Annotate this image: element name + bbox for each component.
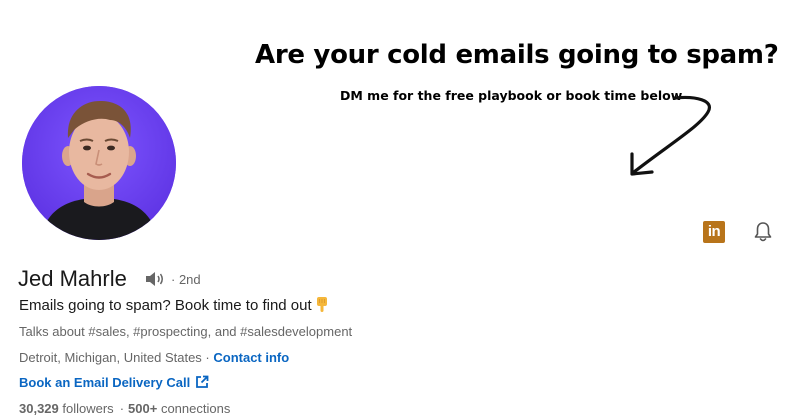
- pointing-down-hand-icon: [316, 297, 327, 312]
- profile-headline: Emails going to spam? Book time to find …: [19, 296, 330, 314]
- contact-info-link[interactable]: Contact info: [213, 350, 289, 365]
- profile-name: Jed Mahrle: [18, 266, 127, 291]
- location-line: Detroit, Michigan, United States · Conta…: [19, 350, 289, 365]
- avatar-portrait: [22, 86, 176, 240]
- connections-count[interactable]: 500+: [128, 401, 157, 416]
- profile-page: Are your cold emails going to spam? DM m…: [0, 0, 788, 419]
- follower-stats: 30,329 followers · 500+ connections: [19, 401, 231, 416]
- profile-avatar[interactable]: [22, 86, 176, 240]
- bell-icon[interactable]: [751, 220, 775, 244]
- followers-label[interactable]: followers: [62, 401, 113, 416]
- banner-headline: Are your cold emails going to spam?: [255, 40, 779, 70]
- followers-count[interactable]: 30,329: [19, 401, 59, 416]
- linkedin-icon[interactable]: in: [703, 221, 725, 243]
- book-call-link[interactable]: Book an Email Delivery Call: [19, 375, 209, 390]
- book-call-label[interactable]: Book an Email Delivery Call: [19, 375, 190, 390]
- speaker-icon[interactable]: [144, 271, 166, 287]
- connections-label[interactable]: connections: [161, 401, 230, 416]
- connection-degree: · 2nd: [171, 272, 201, 287]
- location-text: Detroit, Michigan, United States: [19, 350, 202, 365]
- talks-about: Talks about #sales, #prospecting, and #s…: [19, 324, 353, 339]
- location-separator: ·: [201, 350, 214, 365]
- external-link-icon[interactable]: [195, 375, 209, 389]
- curved-arrow-icon: [630, 95, 711, 176]
- headline-text: Emails going to spam? Book time to find …: [19, 297, 312, 314]
